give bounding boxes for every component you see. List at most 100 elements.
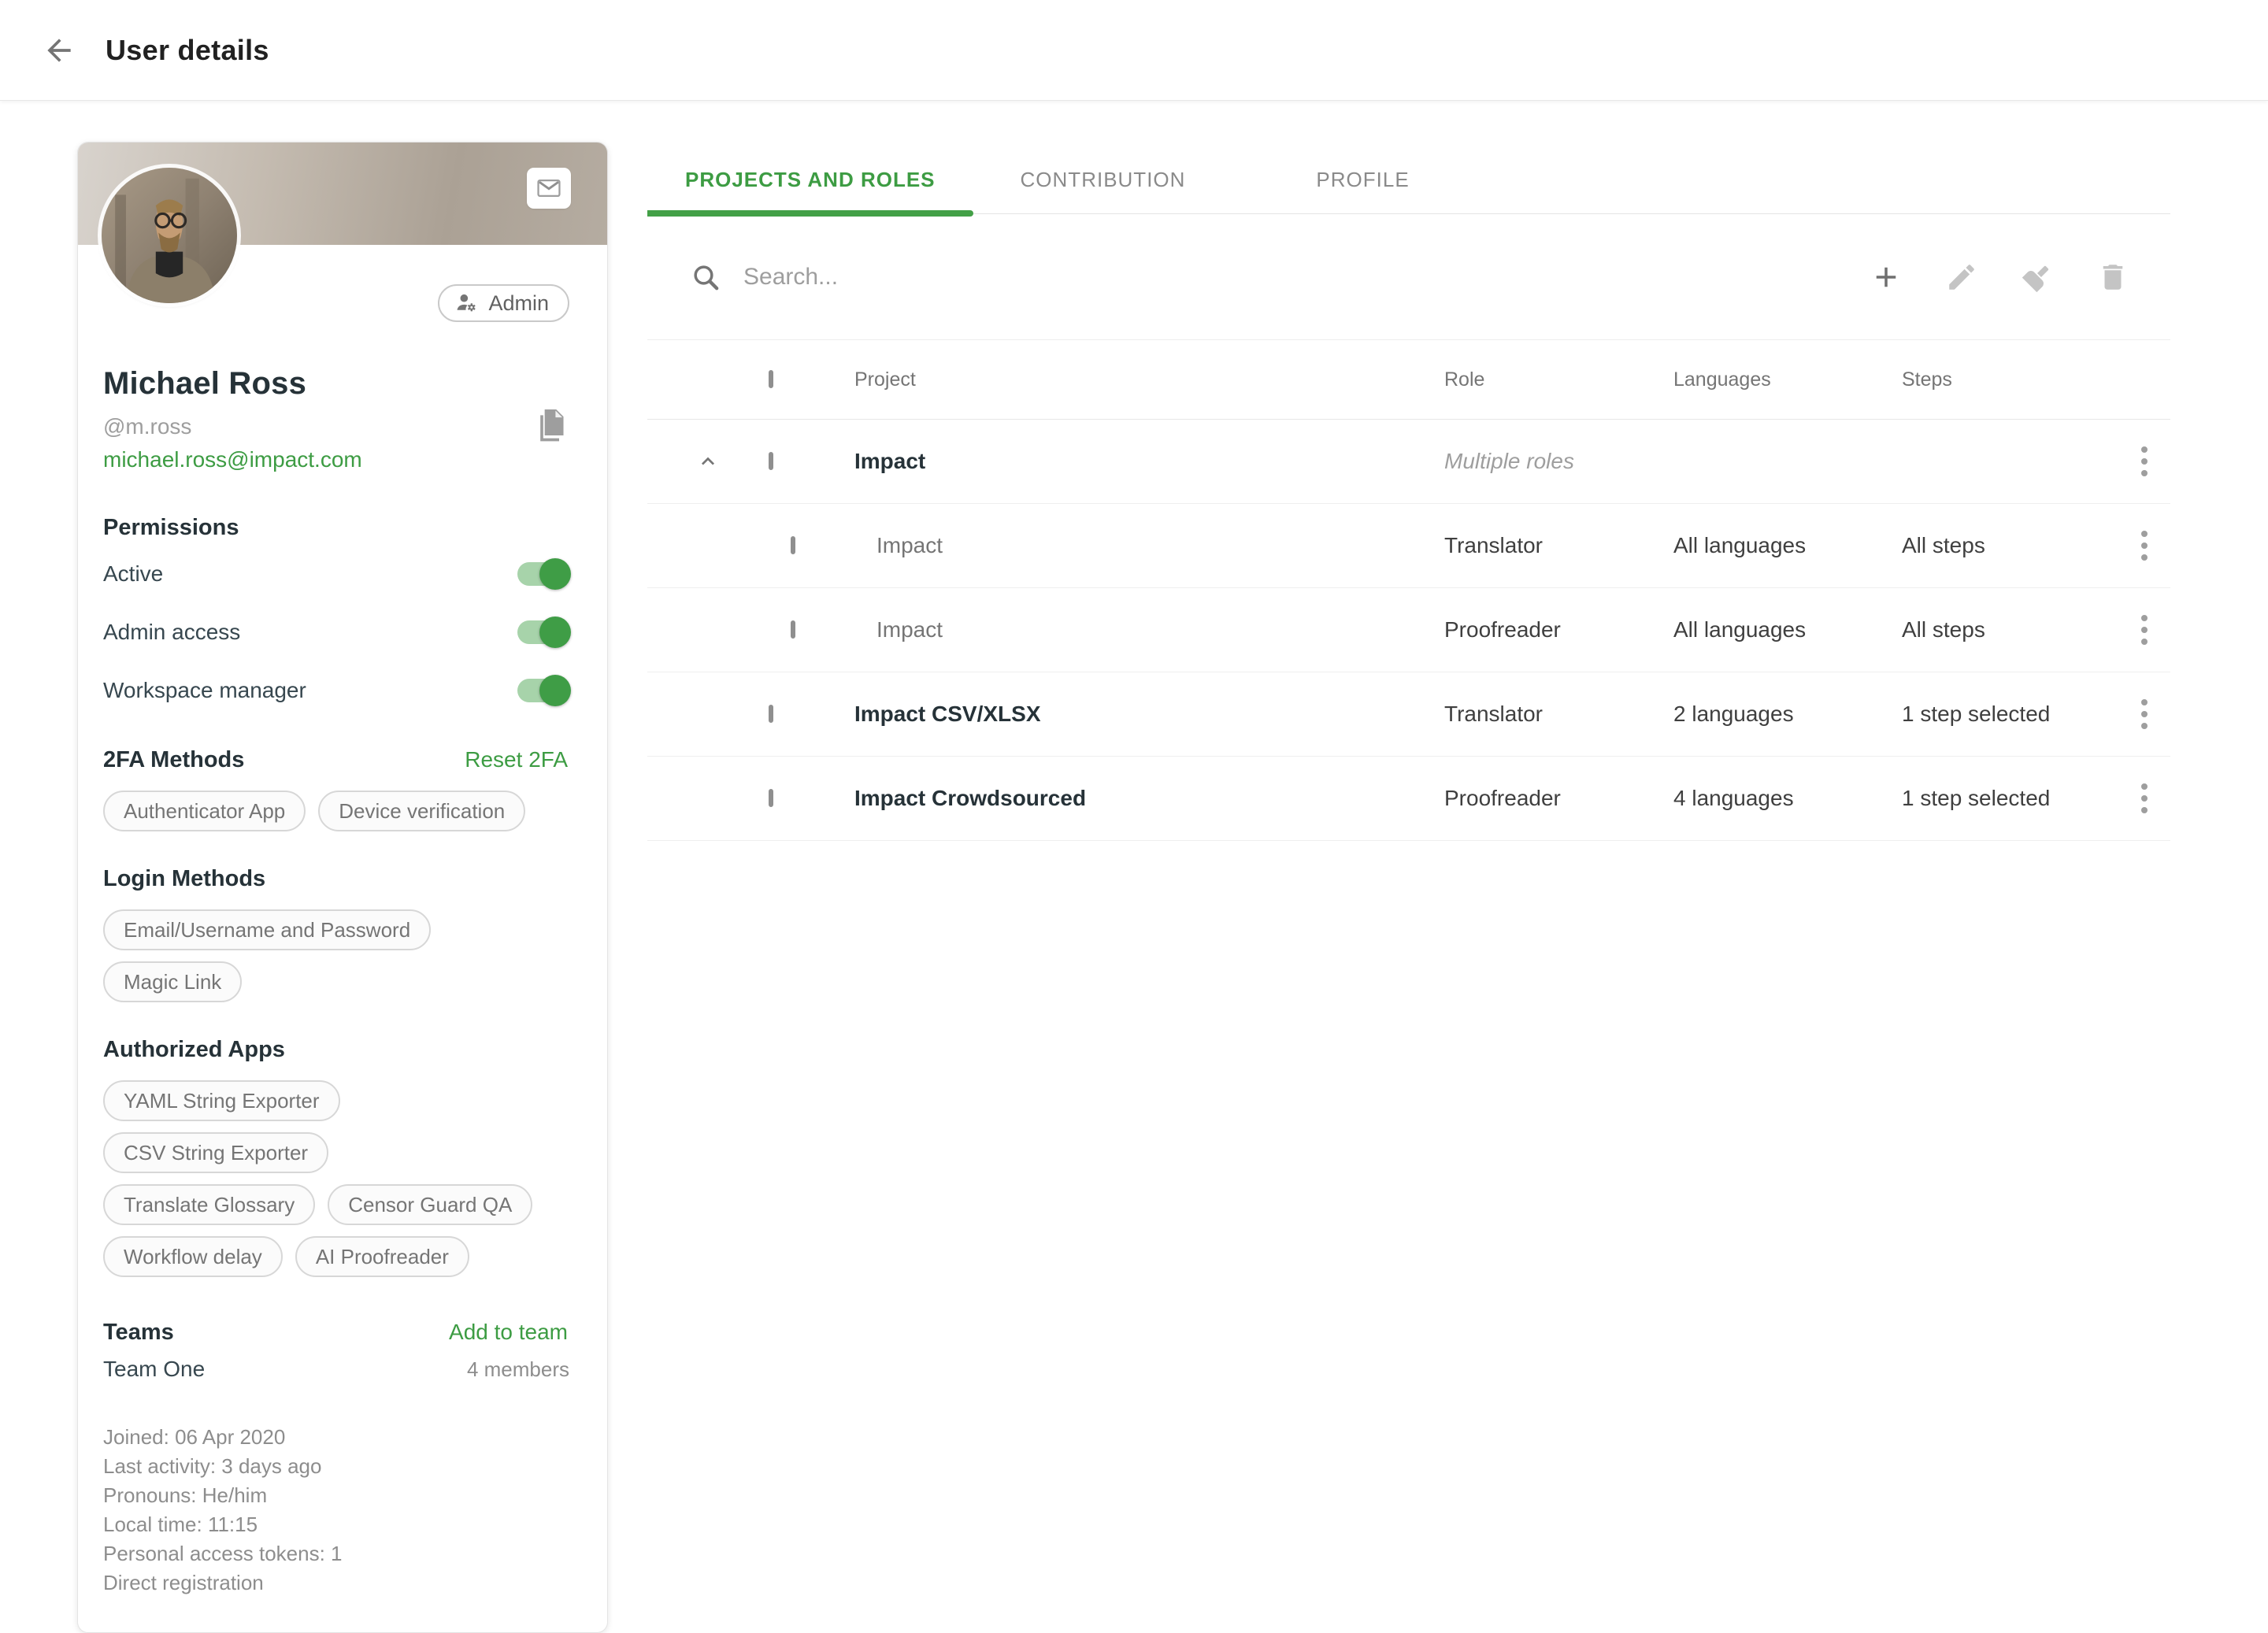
authorized-apps-section: Authorized Apps YAML String Exporter CSV… [103,1037,569,1277]
row-menu-button[interactable] [2129,783,2160,813]
meta-joined: Joined: 06 Apr 2020 [103,1423,569,1452]
permission-row-admin-access: Admin access [103,607,569,657]
chevron-up-icon [695,449,721,474]
row-checkbox[interactable] [791,536,795,554]
twofa-section: 2FA Methods Reset 2FA Authenticator App … [103,747,569,831]
active-toggle[interactable] [517,562,566,586]
top-bar: User details [0,0,2268,101]
add-project-button[interactable] [1870,261,1903,294]
edit-button[interactable] [1945,261,1978,294]
team-row: Team One 4 members [103,1357,569,1382]
role-cell: Proofreader [1444,786,1673,811]
twofa-title: 2FA Methods [103,747,244,773]
project-name: Impact [854,533,1444,558]
collapse-row-button[interactable] [647,449,769,474]
role-cell: Translator [1444,533,1673,558]
role-cell: Translator [1444,702,1673,727]
row-menu-button[interactable] [2129,531,2160,561]
app-chip: Translate Glossary [103,1184,315,1225]
copy-email-button[interactable] [533,407,569,448]
project-name: Impact Crowdsourced [854,786,1444,811]
table-row-sub[interactable]: Impact Proofreader All languages All ste… [647,588,2170,672]
details-panel: PROJECTS AND ROLES CONTRIBUTION PROFILE [647,146,2170,841]
admin-badge-label: Admin [488,291,549,316]
trash-icon [2096,261,2129,294]
row-checkbox[interactable] [769,789,773,807]
login-methods-section: Login Methods Email/Username and Passwor… [103,866,569,1002]
table-row-group[interactable]: Impact Multiple roles [647,420,2170,504]
login-methods-title: Login Methods [103,866,569,892]
row-checkbox[interactable] [769,705,773,723]
twofa-chip: Device verification [318,791,525,831]
copy-icon [533,407,568,446]
column-header-role: Role [1444,368,1673,391]
user-meta: Joined: 06 Apr 2020 Last activity: 3 day… [103,1423,569,1598]
add-to-team-link[interactable]: Add to team [449,1320,568,1345]
project-name: Impact [854,617,1444,642]
admin-user-gear-icon [454,291,479,316]
workspace-manager-toggle[interactable] [517,679,566,702]
delete-button[interactable] [2096,261,2129,294]
languages-cell: 2 languages [1673,702,1902,727]
app-chip: CSV String Exporter [103,1132,328,1173]
column-header-languages: Languages [1673,368,1902,391]
steps-cell: All steps [1902,617,2118,642]
steps-cell: All steps [1902,533,2118,558]
teams-section: Teams Add to team Team One 4 members [103,1320,569,1382]
clear-button[interactable] [2021,261,2054,294]
row-checkbox[interactable] [769,452,773,470]
row-menu-button[interactable] [2129,446,2160,476]
toggle-thumb [539,617,571,648]
search-input[interactable] [743,264,1295,291]
app-chip: YAML String Exporter [103,1080,340,1121]
row-checkbox[interactable] [791,620,795,639]
projects-table: Project Role Languages Steps Impact Mult… [647,340,2170,841]
project-name: Impact CSV/XLSX [854,702,1444,727]
languages-cell: 4 languages [1673,786,1902,811]
user-name: Michael Ross [103,366,569,402]
row-menu-button[interactable] [2129,615,2160,645]
meta-pronouns: Pronouns: He/him [103,1481,569,1510]
toggle-thumb [539,675,571,706]
table-toolbar [647,214,2170,340]
back-button[interactable] [41,32,77,69]
mail-icon [536,175,562,202]
login-method-chip: Email/Username and Password [103,909,431,950]
permission-row-workspace-manager: Workspace manager [103,665,569,716]
languages-cell: All languages [1673,533,1902,558]
table-header-row: Project Role Languages Steps [647,340,2170,420]
permission-row-active: Active [103,549,569,599]
authorized-apps-title: Authorized Apps [103,1037,569,1063]
reset-2fa-link[interactable]: Reset 2FA [465,747,568,772]
arrow-back-icon [42,33,76,68]
tab-profile[interactable]: PROFILE [1278,146,1447,213]
avatar [102,168,237,303]
admin-access-toggle[interactable] [517,620,566,644]
user-card: Admin Michael Ross @m.ross michael.ross@… [77,142,608,1633]
table-row[interactable]: Impact CSV/XLSX Translator 2 languages 1… [647,672,2170,757]
tab-contribution[interactable]: CONTRIBUTION [983,146,1224,213]
twofa-chip: Authenticator App [103,791,306,831]
user-handle: @m.ross [103,414,569,439]
permission-label: Active [103,561,163,587]
project-name: Impact [854,449,1444,474]
permissions-title: Permissions [103,515,569,541]
user-email-link[interactable]: michael.ross@impact.com [103,447,569,472]
meta-local-time: Local time: 11:15 [103,1510,569,1539]
admin-role-badge[interactable]: Admin [438,284,569,322]
team-name: Team One [103,1357,205,1382]
steps-cell: 1 step selected [1902,702,2118,727]
tab-bar: PROJECTS AND ROLES CONTRIBUTION PROFILE [647,146,2170,214]
app-chip: AI Proofreader [295,1236,469,1277]
teams-title: Teams [103,1320,174,1346]
send-email-button[interactable] [527,168,571,209]
pencil-icon [1945,261,1978,294]
app-chip: Censor Guard QA [328,1184,532,1225]
languages-cell: All languages [1673,617,1902,642]
table-row[interactable]: Impact Crowdsourced Proofreader 4 langua… [647,757,2170,841]
row-menu-button[interactable] [2129,699,2160,729]
tab-projects-and-roles[interactable]: PROJECTS AND ROLES [647,146,973,213]
table-row-sub[interactable]: Impact Translator All languages All step… [647,504,2170,588]
toggle-thumb [539,558,571,590]
select-all-checkbox[interactable] [769,370,773,388]
